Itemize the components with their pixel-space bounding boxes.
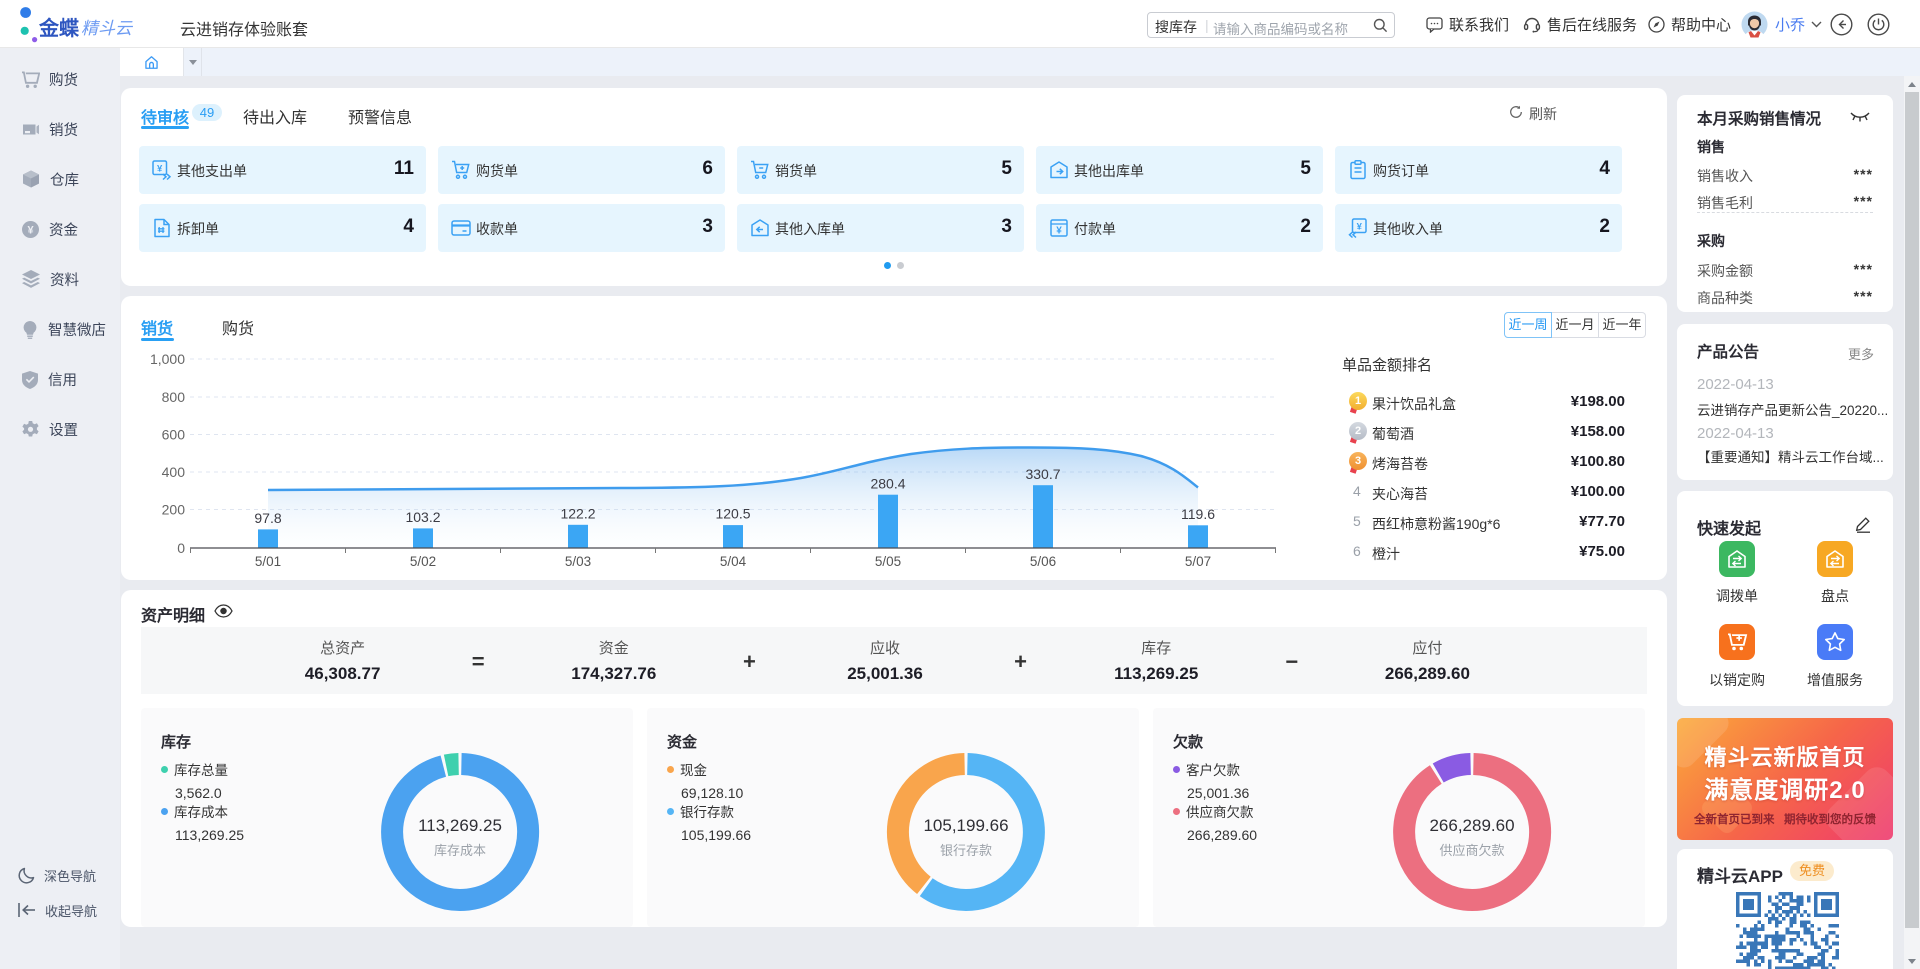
svg-text:1,000: 1,000 [150, 351, 185, 367]
svg-text:5/01: 5/01 [255, 554, 281, 569]
svg-text:¥: ¥ [157, 164, 163, 175]
svg-text:330.7: 330.7 [1025, 466, 1060, 482]
svg-text:5/07: 5/07 [1185, 554, 1211, 569]
svg-text:5/03: 5/03 [565, 554, 591, 569]
svg-text:5/04: 5/04 [720, 554, 747, 569]
svg-text:5/05: 5/05 [875, 554, 901, 569]
svg-text:0: 0 [177, 540, 185, 556]
svg-text:800: 800 [162, 389, 186, 405]
svg-text:280.4: 280.4 [870, 475, 905, 491]
svg-text:120.5: 120.5 [715, 506, 750, 522]
svg-text:¥: ¥ [1357, 222, 1363, 233]
svg-text:5/02: 5/02 [410, 554, 436, 569]
svg-text:¥: ¥ [1056, 225, 1062, 236]
svg-text:200: 200 [162, 502, 186, 518]
svg-text:5/06: 5/06 [1030, 554, 1056, 569]
svg-text:97.8: 97.8 [254, 510, 281, 526]
svg-text:400: 400 [162, 464, 186, 480]
svg-text:122.2: 122.2 [560, 505, 595, 521]
svg-text:119.6: 119.6 [1181, 506, 1215, 522]
svg-text:103.2: 103.2 [405, 509, 440, 525]
svg-text:¥: ¥ [27, 224, 34, 236]
svg-text:600: 600 [162, 427, 186, 443]
